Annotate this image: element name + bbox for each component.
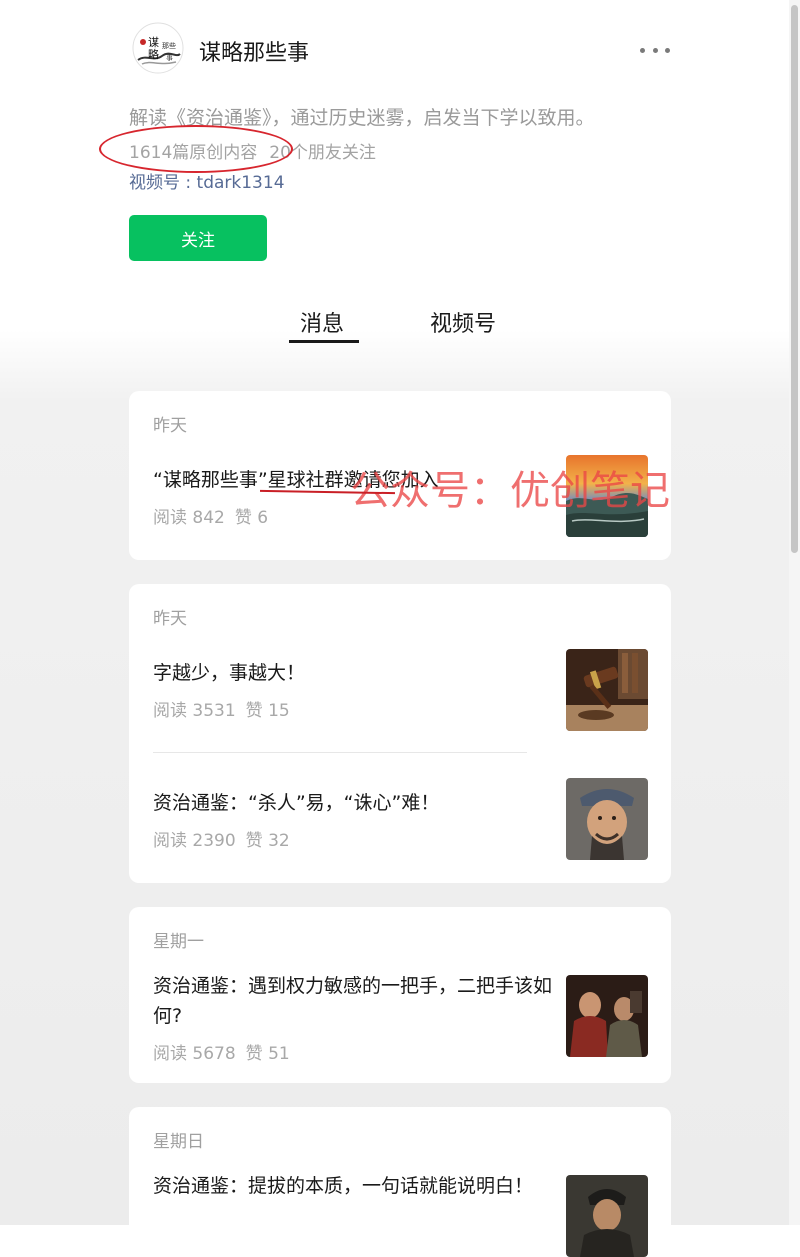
svg-text:事: 事	[166, 53, 173, 62]
account-logo: 谋 略 那些 事	[132, 22, 184, 74]
svg-text:略: 略	[148, 47, 159, 61]
feed-card: 昨天 字越少，事越大！ 阅读 3531 赞 15 资治通鉴：“杀人”易，“诛心”难…	[129, 584, 671, 883]
article-meta: 阅读 5678 赞 51	[153, 1039, 290, 1064]
article-meta: 阅读 3531 赞 15	[153, 696, 290, 721]
account-avatar[interactable]: 谋 略 那些 事	[132, 22, 184, 74]
follow-button[interactable]: 关注	[129, 215, 267, 261]
channel-link[interactable]: 视频号 : tdark1314	[129, 168, 285, 193]
like-count: 赞 15	[245, 701, 290, 721]
date-label: 昨天	[153, 609, 187, 629]
article-item[interactable]: 资治通鉴：“杀人”易，“诛心”难！ 阅读 2390 赞 32	[129, 774, 671, 874]
article-thumbnail	[566, 649, 648, 731]
article-item[interactable]: 资治通鉴：遇到权力敏感的一把手，二把手该如何? 阅读 5678 赞 51	[129, 967, 671, 1077]
svg-text:那些: 那些	[162, 41, 176, 50]
friends-following[interactable]: 20个朋友关注	[269, 143, 376, 163]
account-stats: 1614篇原创内容 20个朋友关注	[129, 138, 376, 163]
article-thumbnail	[566, 975, 648, 1057]
feed-card: 星期日 资治通鉴：提拔的本质，一句话就能说明白！	[129, 1107, 671, 1257]
date-label: 星期日	[153, 1132, 204, 1152]
article-item[interactable]: 资治通鉴：提拔的本质，一句话就能说明白！	[129, 1167, 671, 1257]
original-count: 1614篇原创内容	[129, 143, 258, 163]
feed-card: 昨天 “谋略那些事”星球社群邀请您加入 阅读 842 赞 6	[129, 391, 671, 560]
more-options-icon[interactable]	[640, 38, 670, 62]
scrollbar-thumb[interactable]	[791, 5, 798, 553]
article-title: 资治通鉴：提拔的本质，一句话就能说明白！	[153, 1175, 534, 1197]
read-count: 阅读 3531	[153, 701, 236, 721]
tab-channels[interactable]: 视频号	[430, 306, 496, 338]
article-thumbnail	[566, 455, 648, 537]
article-title: 资治通鉴：“杀人”易，“诛心”难！	[153, 792, 440, 814]
article-item[interactable]: 字越少，事越大！ 阅读 3531 赞 15	[129, 644, 671, 744]
article-title: 资治通鉴：遇到权力敏感的一把手，二把手该如何?	[153, 975, 553, 1027]
like-count: 赞 51	[245, 1044, 290, 1064]
read-count: 阅读 2390	[153, 831, 236, 851]
article-title: 字越少，事越大！	[153, 662, 306, 684]
article-meta: 阅读 2390 赞 32	[153, 826, 290, 851]
article-title: “谋略那些事”星球社群邀请您加入	[153, 469, 439, 491]
feed-card: 星期一 资治通鉴：遇到权力敏感的一把手，二把手该如何? 阅读 5678 赞 51	[129, 907, 671, 1083]
date-label: 星期一	[153, 932, 204, 952]
date-label: 昨天	[153, 416, 187, 436]
read-count: 阅读 842	[153, 508, 225, 528]
article-item[interactable]: “谋略那些事”星球社群邀请您加入 阅读 842 赞 6	[129, 451, 671, 546]
article-thumbnail	[566, 1175, 648, 1257]
like-count: 赞 32	[245, 831, 290, 851]
active-tab-indicator	[289, 340, 359, 343]
article-thumbnail	[566, 778, 648, 860]
tab-messages[interactable]: 消息	[300, 306, 344, 338]
article-meta: 阅读 842 赞 6	[153, 503, 268, 528]
read-count: 阅读 5678	[153, 1044, 236, 1064]
article-divider	[153, 752, 527, 753]
account-description: 解读《资治通鉴》，通过历史迷雾，启发当下学以致用。	[129, 107, 595, 129]
account-name: 谋略那些事	[199, 41, 310, 66]
like-count: 赞 6	[234, 508, 269, 528]
